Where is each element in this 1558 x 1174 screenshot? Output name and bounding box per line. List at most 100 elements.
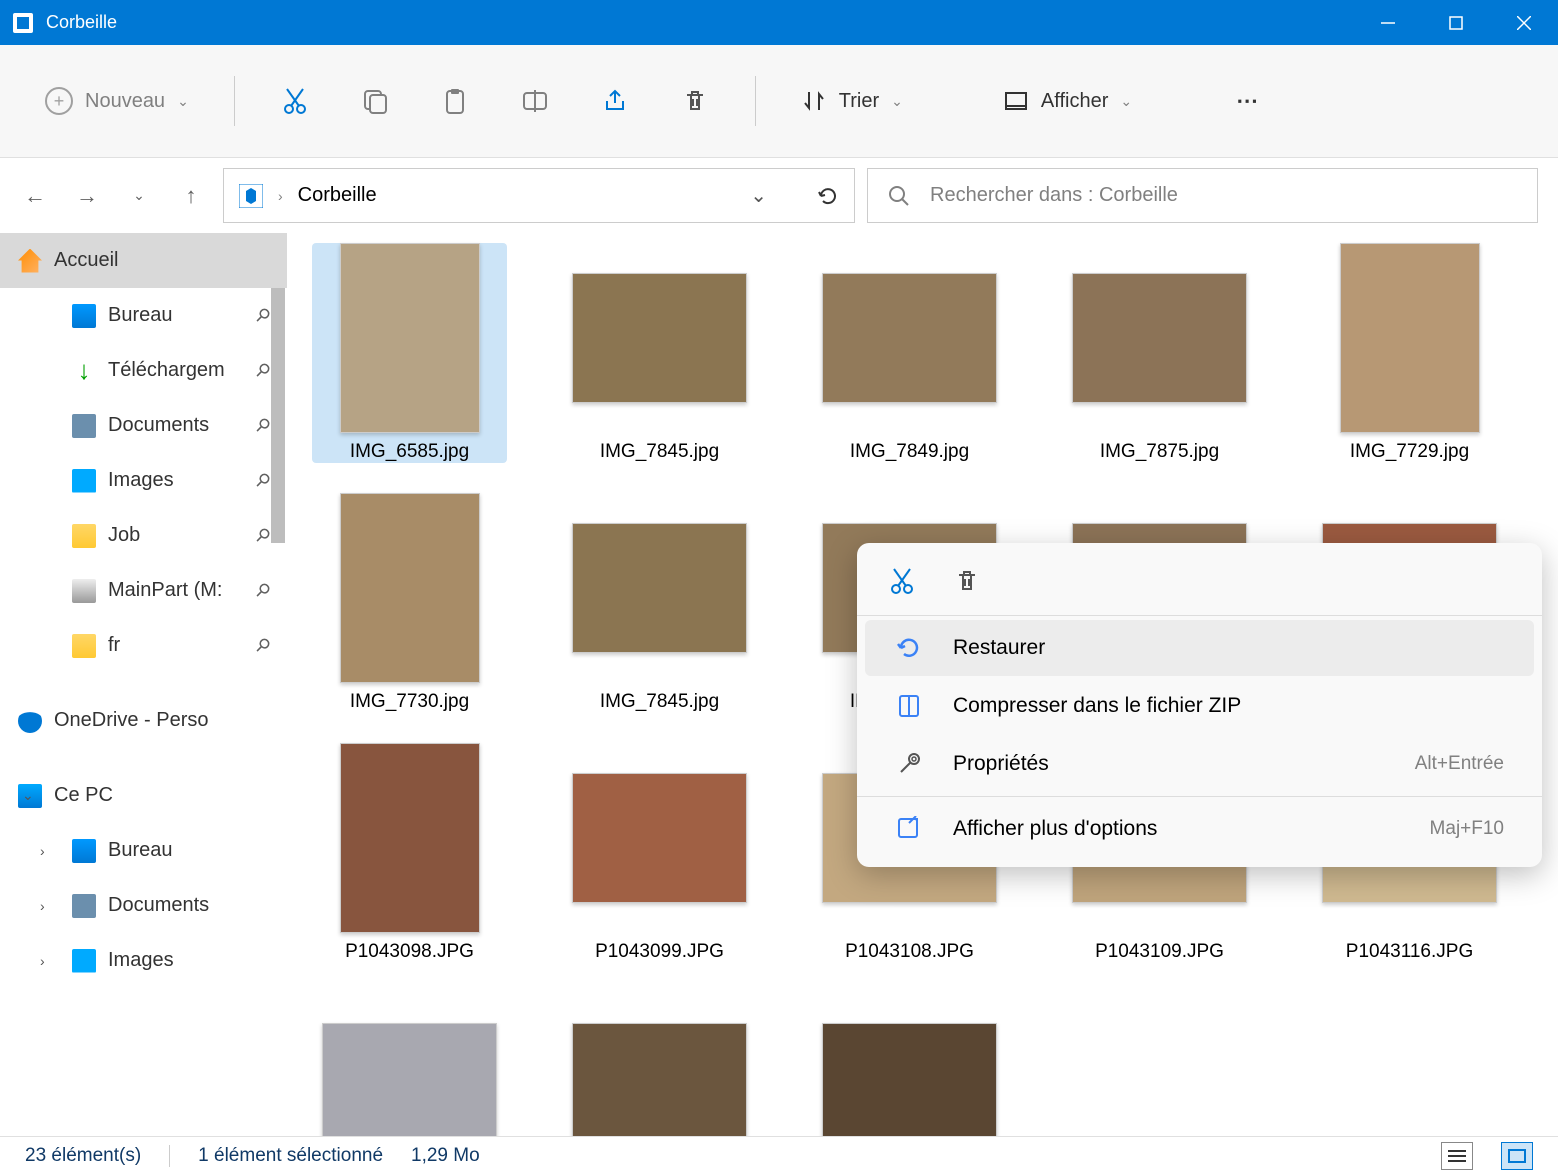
file-name: IMG_7875.jpg: [1100, 441, 1219, 463]
properties-icon: [895, 750, 923, 778]
new-button[interactable]: + Nouveau ⌄: [30, 79, 204, 123]
pin-icon: ⚲: [250, 413, 274, 437]
sidebar-item-thispc[interactable]: ⌄Ce PC: [0, 768, 287, 823]
sidebar-item-documents[interactable]: Documents⚲: [0, 398, 287, 453]
sort-button[interactable]: Trier ⌄: [786, 80, 918, 122]
label: Compresser dans le fichier ZIP: [953, 694, 1241, 718]
file-name: IMG_7845.jpg: [600, 691, 719, 713]
maximize-button[interactable]: [1422, 0, 1490, 45]
address-bar[interactable]: › Corbeille ⌄: [223, 168, 855, 223]
download-icon: ↓: [72, 359, 96, 383]
address-expand-button[interactable]: ⌄: [750, 183, 767, 208]
more-button[interactable]: ⋯: [1217, 71, 1277, 131]
file-item[interactable]: IMG_7875.jpg: [1062, 243, 1257, 463]
pictures-icon: [72, 469, 96, 493]
rename-button[interactable]: [505, 71, 565, 131]
file-name: P1043116.JPG: [1346, 941, 1473, 963]
sidebar-item-pictures[interactable]: Images⚲: [0, 453, 287, 508]
cm-delete-button[interactable]: [952, 566, 982, 596]
details-view-button[interactable]: [1441, 1142, 1473, 1170]
cut-button[interactable]: [265, 71, 325, 131]
pin-icon: ⚲: [250, 303, 274, 327]
forward-button[interactable]: →: [67, 176, 107, 216]
chevron-down-icon: ⌄: [1120, 93, 1132, 110]
file-thumbnail: [572, 243, 747, 433]
recycle-bin-icon: [239, 184, 263, 208]
cm-compress[interactable]: Compresser dans le fichier ZIP: [865, 678, 1534, 734]
file-thumbnail: [572, 493, 747, 683]
file-item[interactable]: IMG_7730.jpg: [312, 493, 507, 713]
file-item[interactable]: P1043098.JPG: [312, 743, 507, 963]
sidebar-item-pc-desktop[interactable]: ›Bureau: [0, 823, 287, 878]
sort-icon: [801, 88, 827, 114]
file-item[interactable]: IMG_6585.jpg: [312, 243, 507, 463]
cm-properties[interactable]: Propriétés Alt+Entrée: [865, 736, 1534, 792]
collapse-icon[interactable]: ⌄: [22, 787, 34, 804]
label: fr: [108, 634, 120, 657]
sidebar-item-desktop[interactable]: Bureau⚲: [0, 288, 287, 343]
status-size: 1,29 Mo: [411, 1145, 480, 1167]
cm-more-options[interactable]: Afficher plus d'options Maj+F10: [865, 801, 1534, 857]
sort-label: Trier: [839, 90, 879, 113]
status-item-count: 23 élément(s): [25, 1145, 141, 1167]
file-item[interactable]: P1043099.JPG: [562, 743, 757, 963]
file-name: IMG_7729.jpg: [1350, 441, 1469, 463]
shortcut: Alt+Entrée: [1415, 753, 1504, 775]
thumbnails-view-button[interactable]: [1501, 1142, 1533, 1170]
sidebar-item-home[interactable]: ⌄ Accueil: [0, 233, 287, 288]
label: Propriétés: [953, 752, 1049, 776]
folder-icon: [72, 634, 96, 658]
file-thumbnail: [1322, 243, 1497, 433]
close-button[interactable]: [1490, 0, 1558, 45]
file-item[interactable]: P1043138.JPG: [812, 993, 1007, 1136]
file-name: IMG_7845.jpg: [600, 441, 719, 463]
file-thumbnail: [822, 243, 997, 433]
sidebar-item-fr[interactable]: fr⚲: [0, 618, 287, 673]
expand-icon[interactable]: ›: [40, 898, 45, 914]
chevron-down-icon: ⌄: [177, 93, 189, 110]
file-thumbnail: [572, 993, 747, 1136]
file-name: IMG_6585.jpg: [350, 441, 469, 463]
file-item[interactable]: P1043133.JPG: [562, 993, 757, 1136]
sidebar-item-pc-documents[interactable]: ›Documents: [0, 878, 287, 933]
window-title: Corbeille: [46, 12, 117, 33]
sidebar-item-pc-pictures[interactable]: › Images: [0, 933, 287, 988]
sidebar-item-downloads[interactable]: ↓Téléchargem⚲: [0, 343, 287, 398]
file-name: P1043099.JPG: [595, 941, 724, 963]
refresh-button[interactable]: [817, 185, 839, 207]
view-label: Afficher: [1041, 90, 1108, 113]
up-button[interactable]: ↑: [171, 176, 211, 216]
view-button[interactable]: Afficher ⌄: [988, 80, 1147, 122]
folder-icon: [72, 524, 96, 548]
desktop-icon: [72, 304, 96, 328]
paste-button[interactable]: [425, 71, 485, 131]
new-label: Nouveau: [85, 90, 165, 113]
share-button[interactable]: [585, 71, 645, 131]
file-item[interactable]: IMG_7729.jpg: [1312, 243, 1507, 463]
navbar: ← → ⌄ ↑ › Corbeille ⌄ Rechercher dans : …: [0, 158, 1558, 233]
minimize-button[interactable]: [1354, 0, 1422, 45]
back-button[interactable]: ←: [15, 176, 55, 216]
label: MainPart (M:: [108, 579, 222, 602]
recent-button[interactable]: ⌄: [119, 176, 159, 216]
file-item[interactable]: IMG_7849.jpg: [812, 243, 1007, 463]
file-item[interactable]: IMG_7845.jpg: [562, 243, 757, 463]
cm-cut-button[interactable]: [887, 566, 917, 596]
sidebar-item-onedrive[interactable]: ›OneDrive - Perso: [0, 693, 287, 748]
expand-icon[interactable]: ›: [40, 843, 45, 859]
delete-button[interactable]: [665, 71, 725, 131]
cm-restore[interactable]: Restaurer: [865, 620, 1534, 676]
app-icon: [0, 13, 46, 33]
sidebar-item-job[interactable]: Job⚲: [0, 508, 287, 563]
file-item[interactable]: IMG_7845.jpg: [562, 493, 757, 713]
copy-button[interactable]: [345, 71, 405, 131]
view-icon: [1003, 88, 1029, 114]
context-menu: Restaurer Compresser dans le fichier ZIP…: [857, 543, 1542, 867]
sidebar-item-mainpart[interactable]: MainPart (M:⚲: [0, 563, 287, 618]
expand-icon[interactable]: ›: [40, 953, 45, 969]
label: Images: [108, 469, 174, 492]
label: Images: [108, 949, 174, 972]
search-box[interactable]: Rechercher dans : Corbeille: [867, 168, 1538, 223]
chevron-down-icon: ⌄: [891, 93, 903, 110]
file-item[interactable]: P1043123.JPG: [312, 993, 507, 1136]
